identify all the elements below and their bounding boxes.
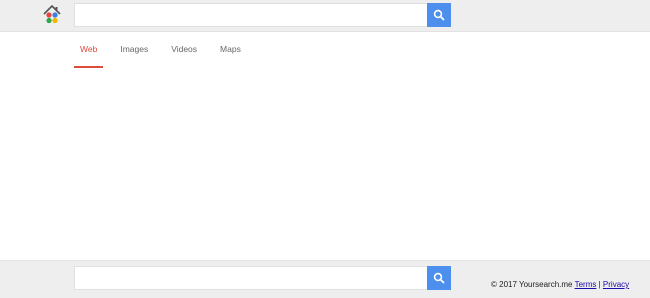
search-icon: [433, 9, 445, 21]
top-bar: [0, 0, 650, 32]
tab-videos[interactable]: Videos: [165, 32, 203, 68]
top-search-input[interactable]: [75, 4, 427, 26]
search-icon: [433, 272, 445, 284]
bottom-bar: © 2017 Yoursearch.me Terms | Privacy: [0, 260, 650, 298]
bottom-search-box: [74, 266, 451, 290]
top-search-button[interactable]: [427, 3, 451, 27]
search-tabs: Web Images Videos Maps: [74, 32, 258, 68]
privacy-link[interactable]: Privacy: [603, 280, 629, 289]
bottom-search-button[interactable]: [427, 266, 451, 290]
footer-separator: |: [598, 280, 601, 289]
terms-link[interactable]: Terms: [575, 280, 597, 289]
page: Web Images Videos Maps © 2017 Yoursearch…: [0, 0, 650, 298]
top-search-box: [74, 3, 451, 27]
house-logo-icon[interactable]: [42, 4, 62, 24]
tab-web[interactable]: Web: [74, 32, 104, 68]
copyright-text: © 2017 Yoursearch.me: [491, 280, 573, 289]
bottom-search-input[interactable]: [75, 267, 427, 289]
tab-images[interactable]: Images: [114, 32, 154, 68]
footer-legal: © 2017 Yoursearch.me Terms | Privacy: [491, 280, 629, 289]
tab-maps[interactable]: Maps: [214, 32, 247, 68]
